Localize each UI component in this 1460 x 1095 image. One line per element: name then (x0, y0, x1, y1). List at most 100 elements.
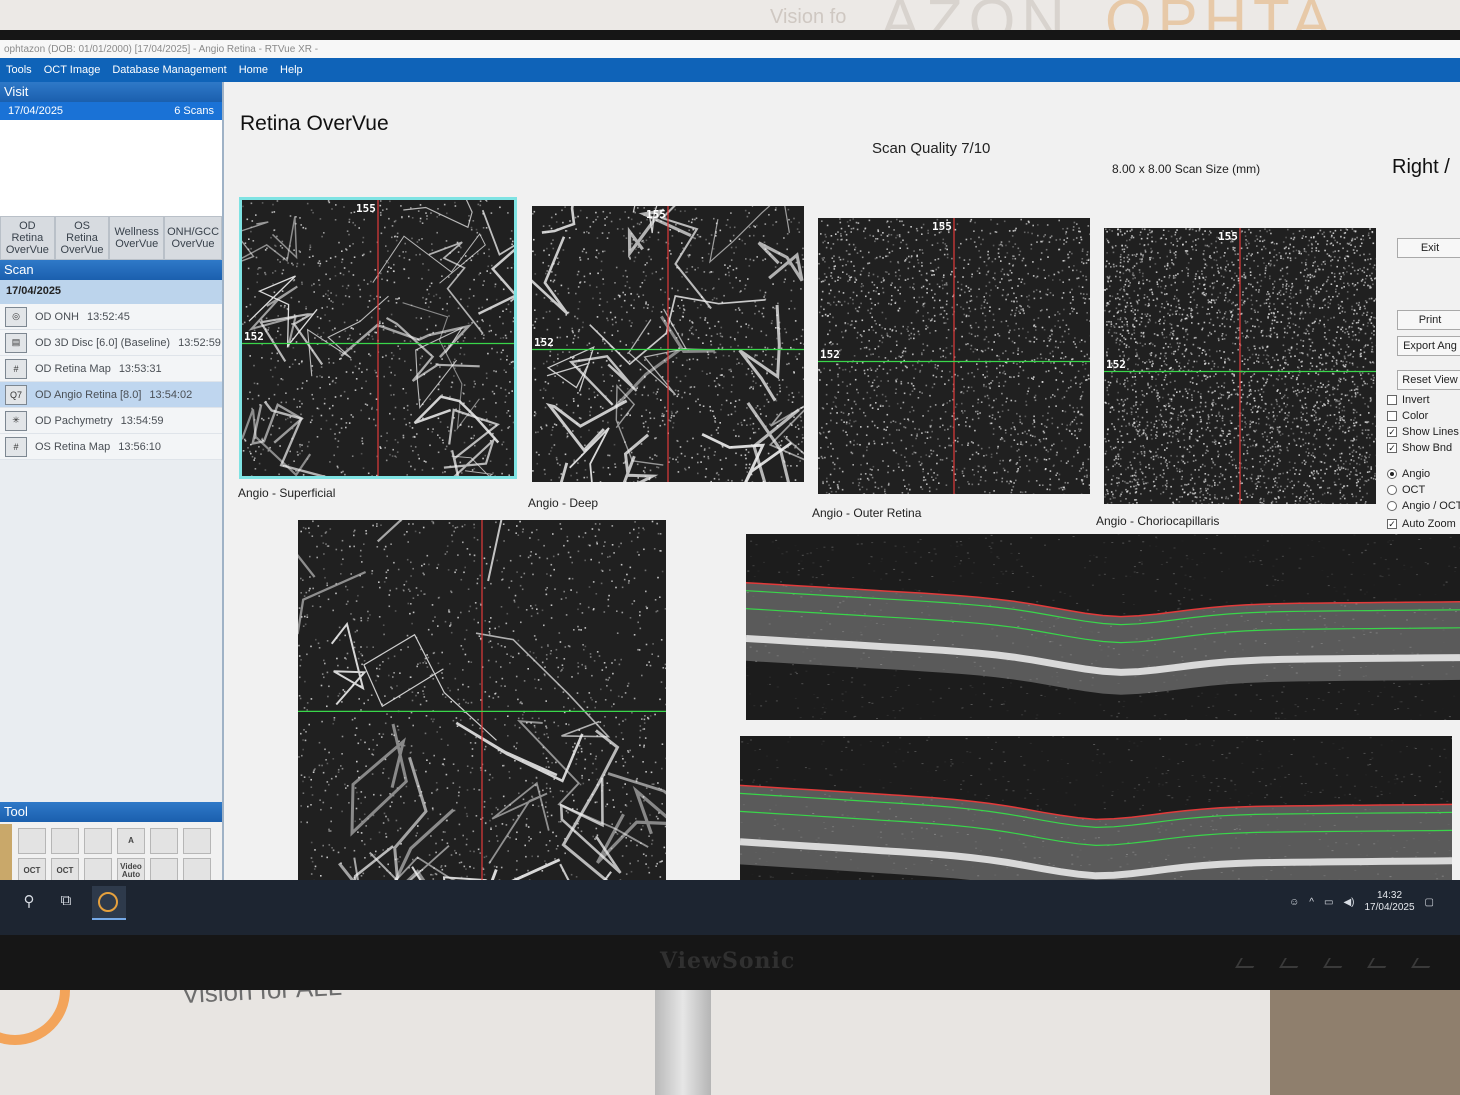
checkmark-icon[interactable]: ✓ (1387, 519, 1397, 529)
menu-database-management[interactable]: Database Management (112, 64, 226, 76)
scan-date-group[interactable]: 17/04/2025 (0, 280, 222, 304)
monitor-button (1367, 958, 1391, 968)
scan-item-od-retina-map[interactable]: # OD Retina Map 13:53:31 (0, 356, 222, 382)
radio-icon[interactable] (1387, 485, 1397, 495)
network-icon[interactable]: ▭ (1324, 897, 1333, 908)
search-icon[interactable]: ⚲ (18, 892, 40, 914)
angio-texture (242, 200, 514, 476)
scan-item-od-pachymetry[interactable]: ✳ OD Pachymetry 13:54:59 (0, 408, 222, 434)
menu-home[interactable]: Home (239, 64, 268, 76)
menu-oct-image[interactable]: OCT Image (44, 64, 101, 76)
position-marker-top: 155 (356, 202, 376, 215)
color-label: Color (1402, 410, 1429, 422)
export-angio-button[interactable]: Export Ang (1397, 336, 1460, 356)
scan-item-time: 13:52:45 (87, 310, 130, 323)
angio-radio-label: Angio (1402, 468, 1431, 480)
tab-onh-gcc-overvue[interactable]: ONH/GCC OverVue (164, 216, 223, 260)
angio-choriocapillaris-label: Angio - Choriocapillaris (1096, 514, 1220, 528)
task-view-icon[interactable]: ⧉ (55, 892, 77, 914)
checkbox-box[interactable] (1387, 395, 1397, 405)
clock[interactable]: 14:32 17/04/2025 (1364, 890, 1414, 914)
chevron-up-icon[interactable]: ^ (1309, 897, 1314, 908)
window-title: ophtazon (DOB: 01/01/2000) [17/04/2025] … (0, 40, 1460, 58)
position-marker-top: 155 (646, 208, 666, 221)
auto-zoom-checkbox[interactable]: ✓ Auto Zoom (1387, 518, 1456, 530)
angio-deep-image[interactable]: 155 152 (532, 206, 804, 482)
show-lines-checkbox[interactable]: ✓ Show Lines (1387, 426, 1459, 438)
menu-bar: Tools OCT Image Database Management Home… (0, 58, 1460, 82)
scan-item-od-angio-retina[interactable]: Q7 OD Angio Retina [8.0] 13:54:02 (0, 382, 222, 408)
menu-help[interactable]: Help (280, 64, 303, 76)
color-checkbox[interactable]: Color (1387, 410, 1428, 422)
visit-header: Visit (0, 82, 222, 102)
scan-item-time: 13:52:59 (178, 336, 221, 349)
monitor-buttons (1235, 958, 1435, 968)
position-marker-top: 155 (1218, 230, 1238, 243)
tab-wellness-overvue[interactable]: Wellness OverVue (109, 216, 165, 260)
clock-time: 14:32 (1377, 890, 1403, 901)
position-marker-left: 152 (244, 329, 264, 343)
show-bnd-checkbox[interactable]: ✓ Show Bnd (1387, 442, 1452, 454)
radio-selected-icon[interactable] (1387, 469, 1397, 479)
scan-size: 8.00 x 8.00 Scan Size (mm) (1112, 162, 1261, 176)
scan-item-os-retina-map[interactable]: # OS Retina Map 13:56:10 (0, 434, 222, 460)
notification-icon[interactable]: ▢ (1425, 897, 1434, 908)
screen: ophtazon (DOB: 01/01/2000) [17/04/2025] … (0, 40, 1460, 935)
scan-item-time: 13:54:59 (120, 414, 164, 427)
tool-header: Tool (0, 802, 222, 822)
left-panel: Visit 17/04/2025 6 Scans OD Retina OverV… (0, 82, 224, 935)
angio-texture (532, 206, 804, 482)
tool-button[interactable] (18, 828, 46, 854)
scan-header: Scan (0, 260, 222, 280)
oct-radio[interactable]: OCT (1387, 484, 1425, 496)
menu-tools[interactable]: Tools (6, 64, 32, 76)
angio-outer-retina-image[interactable]: 155 152 (818, 218, 1090, 494)
angio-enlarged-image[interactable] (298, 520, 666, 888)
scan-item-od-3d-disc[interactable]: ▤ OD 3D Disc [6.0] (Baseline) 13:52:59 (0, 330, 222, 356)
monitor-button (1411, 958, 1435, 968)
reset-view-button[interactable]: Reset View (1397, 370, 1460, 390)
oct-radio-label: OCT (1402, 484, 1426, 496)
checkmark-icon[interactable]: ✓ (1387, 443, 1397, 453)
scan-item-od-onh[interactable]: ◎ OD ONH 13:52:45 (0, 304, 222, 330)
tool-button[interactable] (51, 828, 79, 854)
scan-item-label: OD Retina Map (35, 362, 111, 375)
scan-item-label: OD ONH (35, 310, 79, 323)
angio-superficial-image[interactable]: 155 152 (239, 197, 517, 479)
angio-oct-radio[interactable]: Angio / OCT (1387, 500, 1460, 512)
angio-deep-label: Angio - Deep (528, 496, 599, 510)
auto-zoom-label: Auto Zoom (1402, 518, 1456, 530)
angio-oct-radio-label: Angio / OCT (1402, 500, 1460, 512)
checkmark-icon[interactable]: ✓ (1387, 427, 1397, 437)
invert-checkbox[interactable]: Invert (1387, 394, 1430, 406)
tool-button[interactable] (84, 828, 112, 854)
tab-od-retina-overvue[interactable]: OD Retina OverVue (0, 216, 55, 260)
position-marker-top: 155 (932, 220, 952, 233)
tab-os-retina-overvue[interactable]: OS Retina OverVue (54, 216, 110, 260)
pachymetry-icon: ✳ (5, 410, 27, 431)
eye-label: Right / (1392, 156, 1450, 178)
angio-radio[interactable]: Angio (1387, 468, 1430, 480)
retina-map-icon: # (5, 436, 27, 457)
tool-button[interactable] (183, 828, 211, 854)
people-icon[interactable]: ☺ (1289, 897, 1299, 908)
taskbar: ⚲ ⧉ ☺ ^ ▭ ◀) 14:32 17/04/2025 ▢ (0, 880, 1460, 935)
rtvue-app-icon[interactable] (98, 892, 118, 912)
tool-button[interactable] (150, 828, 178, 854)
scan-item-time: 13:56:10 (118, 440, 162, 453)
tool-button[interactable]: A (117, 828, 145, 854)
position-marker-left: 152 (534, 335, 554, 349)
visit-date: 17/04/2025 (8, 105, 64, 117)
visit-row[interactable]: 17/04/2025 6 Scans (0, 102, 222, 120)
scan-item-label: OD Pachymetry (35, 414, 113, 427)
invert-label: Invert (1402, 394, 1430, 406)
print-button[interactable]: Print (1397, 310, 1460, 330)
system-tray: ☺ ^ ▭ ◀) 14:32 17/04/2025 ▢ (1289, 890, 1434, 914)
volume-icon[interactable]: ◀) (1343, 897, 1354, 908)
angio-choriocapillaris-image[interactable]: 155 152 (1104, 228, 1376, 504)
page-title: Retina OverVue (240, 112, 389, 135)
exit-button[interactable]: Exit (1397, 238, 1460, 258)
radio-icon[interactable] (1387, 501, 1397, 511)
checkbox-box[interactable] (1387, 411, 1397, 421)
oct-bscan-horizontal[interactable] (746, 534, 1460, 720)
